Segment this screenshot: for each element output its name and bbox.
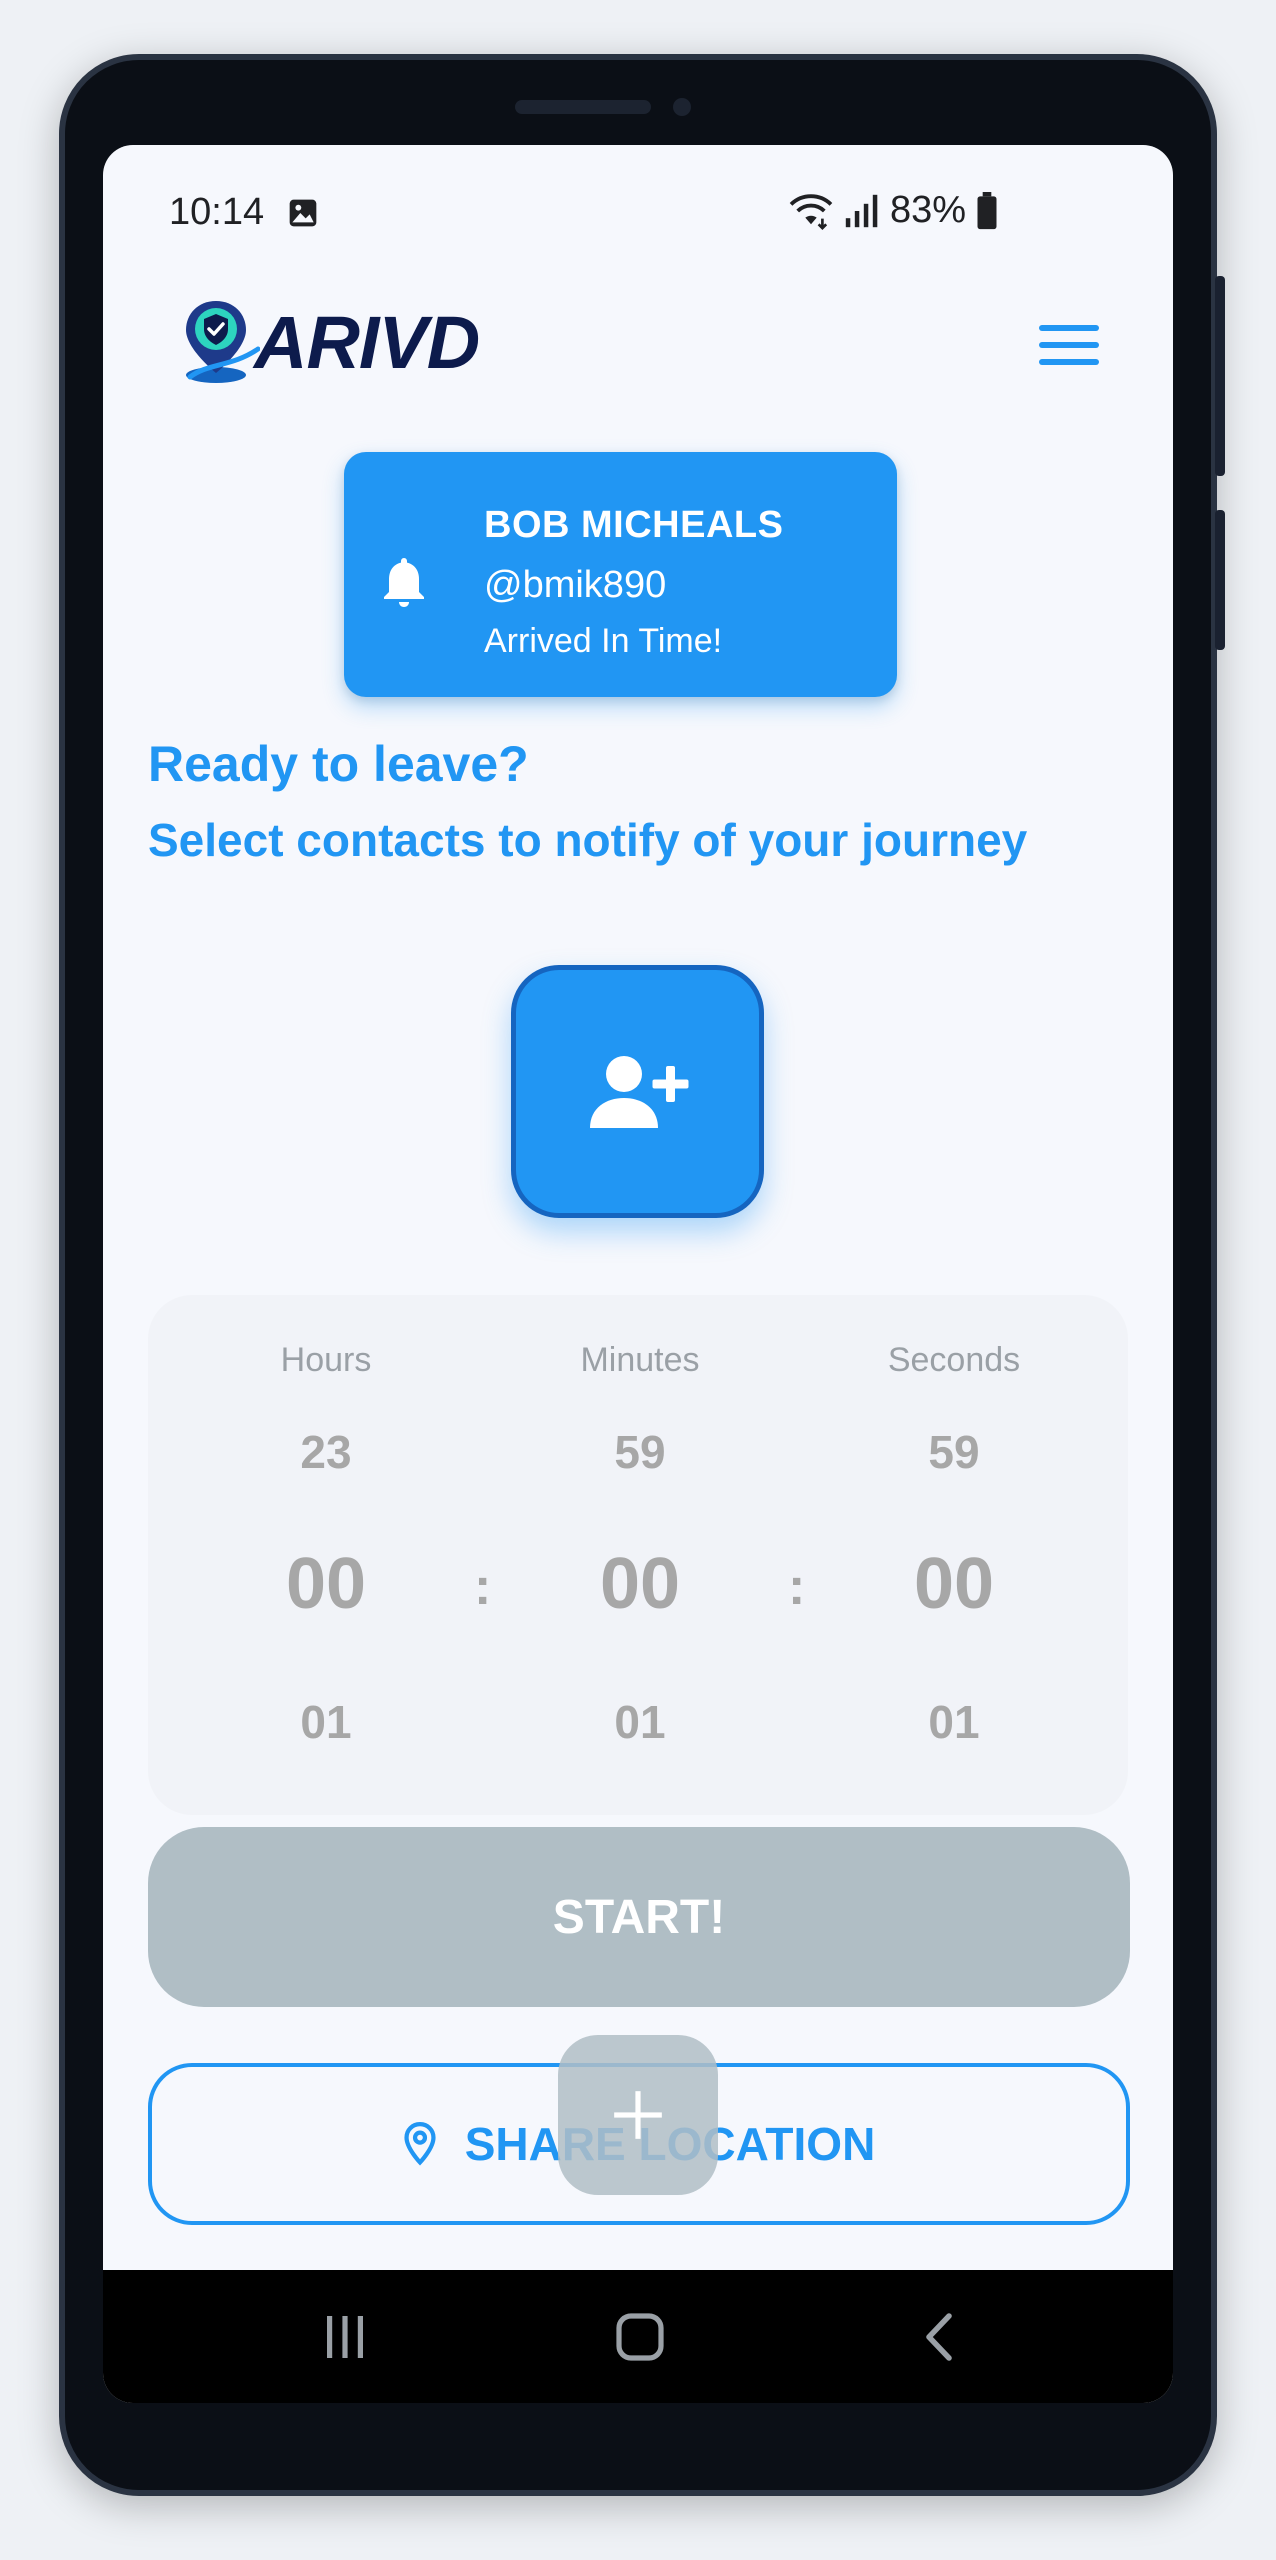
battery-icon (977, 191, 997, 229)
page-heading: Ready to leave? (148, 736, 529, 792)
page-subheading: Select contacts to notify of your journe… (148, 814, 1028, 866)
contact-handle: @bmik890 (484, 564, 667, 606)
plus-icon (614, 2091, 662, 2139)
hours-next-value[interactable]: 01 (206, 1695, 446, 1749)
seconds-next-value[interactable]: 01 (834, 1695, 1074, 1749)
app-screen: 10:14 83% ARIVD BOB MICHEALS @bmik890 Ar… (103, 145, 1173, 2403)
location-pin-icon (404, 2122, 436, 2166)
time-separator: : (788, 1558, 806, 1616)
time-separator: : (474, 1558, 492, 1616)
person-add-icon (589, 1055, 688, 1128)
hours-label: Hours (280, 1341, 372, 1379)
seconds-label: Seconds (887, 1341, 1021, 1379)
add-contact-button[interactable] (511, 965, 764, 1218)
hours-current-value[interactable]: 00 (206, 1543, 446, 1625)
home-icon[interactable] (613, 2310, 667, 2364)
image-icon (289, 199, 317, 227)
volume-button (1215, 276, 1225, 476)
status-icons: 83% (788, 189, 998, 232)
recents-icon[interactable] (321, 2310, 369, 2364)
minutes-next-value[interactable]: 01 (520, 1695, 760, 1749)
contact-name: BOB MICHEALS (484, 504, 784, 546)
power-button (1215, 510, 1225, 650)
back-icon[interactable] (919, 2310, 959, 2364)
location-shield-logo-icon (186, 301, 260, 383)
start-button[interactable]: START! (148, 1827, 1130, 2007)
signal-icon (845, 194, 878, 227)
app-logo: ARIVD (178, 297, 480, 387)
hamburger-menu-icon[interactable] (1039, 325, 1099, 369)
arrival-status: Arrived In Time! (484, 622, 723, 660)
system-navigation-bar (103, 2270, 1173, 2403)
minutes-current-value[interactable]: 00 (520, 1543, 760, 1625)
hours-prev-value[interactable]: 23 (206, 1425, 446, 1479)
front-camera (673, 98, 691, 116)
bell-icon (384, 558, 424, 607)
seconds-current-value[interactable]: 00 (834, 1543, 1074, 1625)
wifi-icon (789, 193, 833, 230)
app-logo-text: ARIVD (254, 300, 480, 384)
arrival-notification-card[interactable]: BOB MICHEALS @bmik890 Arrived In Time! (344, 452, 897, 697)
battery-percentage: 83% (890, 189, 967, 231)
status-time: 10:14 (169, 191, 265, 233)
duration-picker[interactable]: Hours 23 00 01 : Minutes 59 00 01 : Seco… (148, 1295, 1128, 1815)
speaker-grille (515, 100, 651, 114)
status-bar: 10:14 83% (103, 145, 1173, 285)
minutes-label: Minutes (580, 1341, 700, 1379)
seconds-prev-value[interactable]: 59 (834, 1425, 1074, 1479)
floating-add-button[interactable] (558, 2035, 718, 2195)
minutes-prev-value[interactable]: 59 (520, 1425, 760, 1479)
